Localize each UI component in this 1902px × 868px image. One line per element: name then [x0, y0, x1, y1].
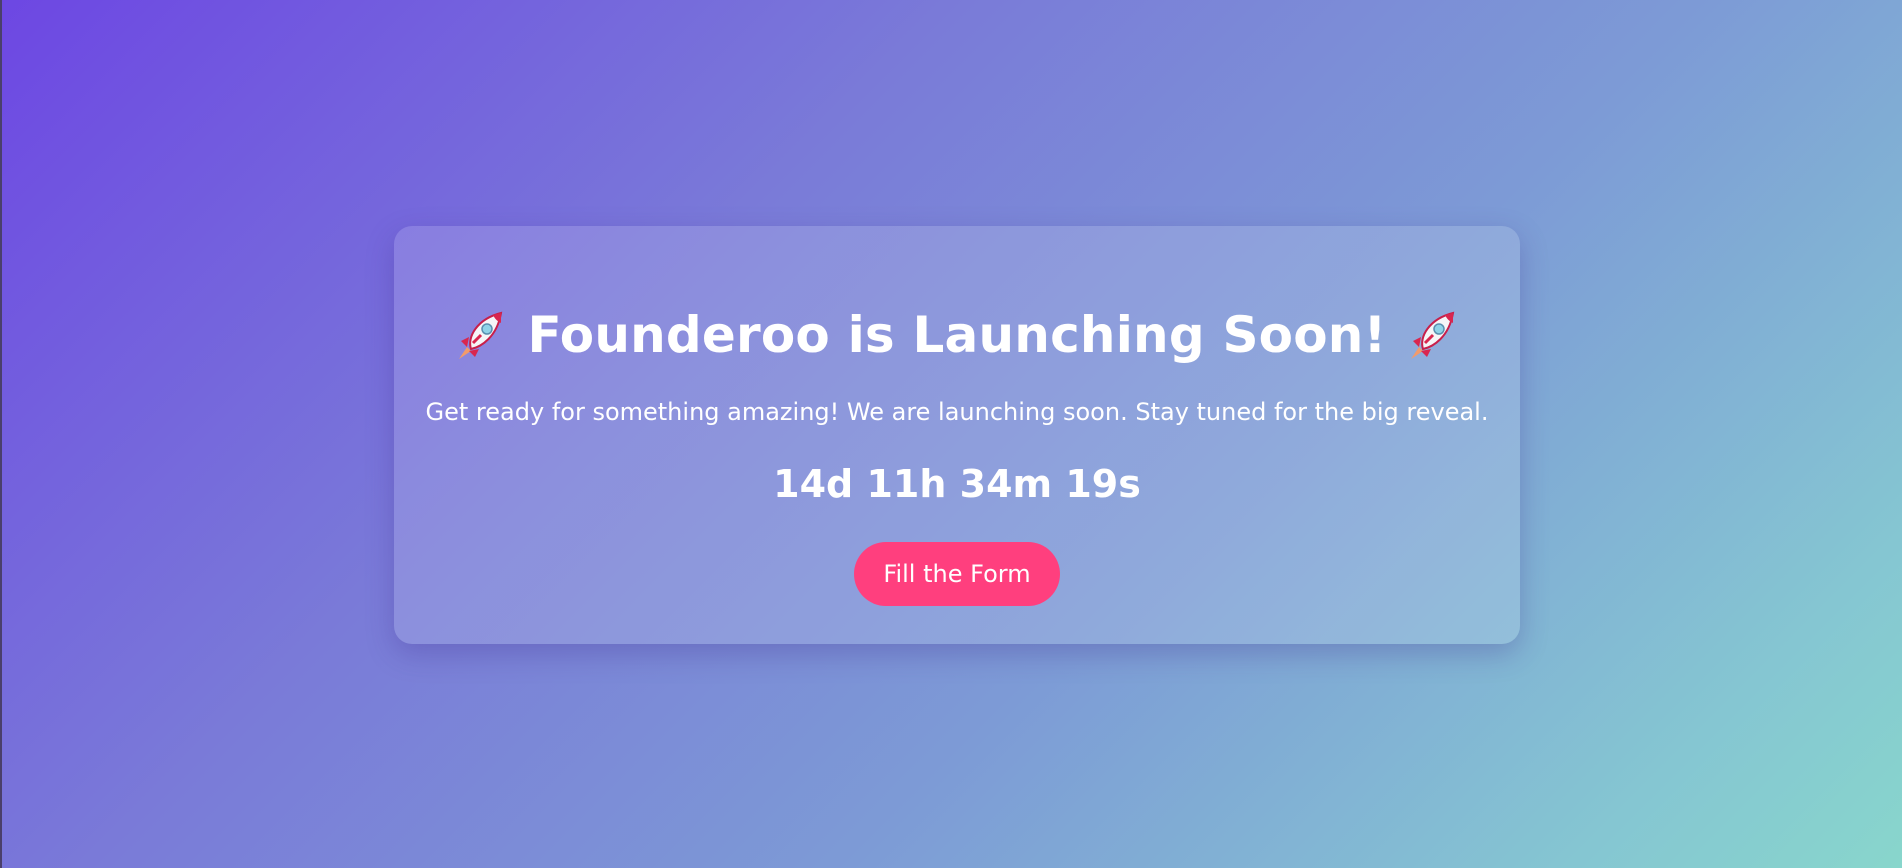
launch-card: Founderoo is Launching Soon! Get ready f…: [394, 226, 1520, 644]
rocket-icon: [453, 307, 509, 363]
launch-subtitle: Get ready for something amazing! We are …: [425, 398, 1489, 426]
fill-form-button[interactable]: Fill the Form: [854, 542, 1060, 606]
rocket-icon: [1405, 307, 1461, 363]
page-title: Founderoo is Launching Soon!: [527, 306, 1387, 364]
countdown-timer: 14d 11h 34m 19s: [773, 462, 1141, 506]
window-left-border: [0, 0, 2, 868]
page-title-row: Founderoo is Launching Soon!: [394, 306, 1520, 364]
